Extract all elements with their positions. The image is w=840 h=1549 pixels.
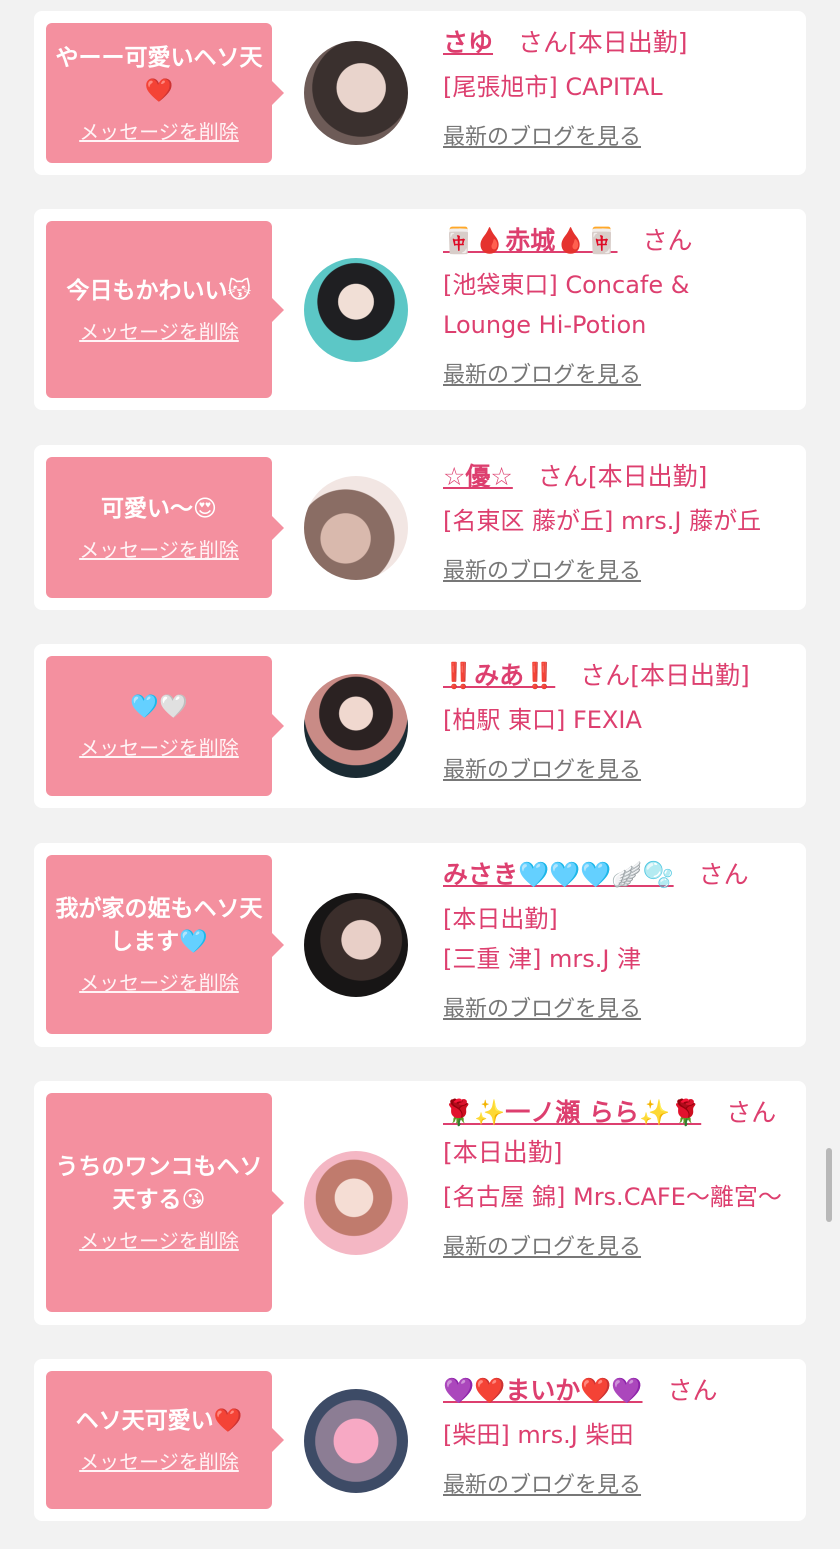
delete-message-link[interactable]: メッセージを削除 — [79, 1225, 239, 1254]
delete-message-link[interactable]: メッセージを削除 — [79, 316, 239, 345]
san-suffix: さん — [667, 1376, 718, 1405]
cast-info: 🀄🩸赤城🩸🀄 さん [池袋東口] Concafe & Lounge Hi-Pot… — [443, 221, 793, 389]
avatar[interactable] — [304, 893, 408, 997]
avatar[interactable] — [304, 1389, 408, 1493]
message-bubble: 今日もかわいい😽 メッセージを削除 — [46, 221, 284, 398]
san-suffix: さん — [698, 860, 749, 889]
latest-blog-link[interactable]: 最新のブログを見る — [443, 357, 641, 389]
cast-info: 💜❤️まいか❤️💜 さん [柴田] mrs.J 柴田 最新のブログを見る — [443, 1371, 793, 1499]
san-suffix: さん — [537, 462, 588, 491]
latest-blog-link[interactable]: 最新のブログを見る — [443, 1229, 641, 1261]
avatar[interactable] — [304, 258, 408, 362]
cast-info: みさき🩵🩵🩵🪽🫧 さん [本日出勤] [三重 津] mrs.J 津 最新のブログ… — [443, 855, 793, 1023]
favorite-card: やーー可愛いヘソ天❤️ メッセージを削除 さゆ さん[本日出勤] [尾張旭市] … — [34, 11, 806, 175]
delete-message-link[interactable]: メッセージを削除 — [79, 967, 239, 996]
cast-name-link[interactable]: 🀄🩸赤城🩸🀄 — [443, 226, 618, 255]
cast-name-link[interactable]: 💜❤️まいか❤️💜 — [443, 1376, 643, 1405]
work-status: [本日出勤] — [443, 1138, 563, 1167]
cast-info: さゆ さん[本日出勤] [尾張旭市] CAPITAL 最新のブログを見る — [443, 23, 793, 151]
delete-message-link[interactable]: メッセージを削除 — [79, 534, 239, 563]
shop-name: [名東区 藤が丘] mrs.J 藤が丘 — [443, 507, 762, 535]
latest-blog-link[interactable]: 最新のブログを見る — [443, 991, 641, 1023]
san-suffix: さん — [726, 1098, 777, 1127]
message-bubble: 可愛い〜😍 メッセージを削除 — [46, 457, 284, 598]
work-status: [本日出勤] — [443, 905, 558, 933]
delete-message-link[interactable]: メッセージを削除 — [79, 732, 239, 761]
favorite-card: うちのワンコもヘソ天する😘 メッセージを削除 🌹✨一ノ瀬 らら✨🌹 さん [本日出… — [34, 1081, 806, 1325]
cast-name-link[interactable]: ☆優☆ — [443, 462, 513, 491]
avatar[interactable] — [304, 41, 408, 145]
message-text: やーー可愛いヘソ天❤️ — [55, 44, 263, 104]
work-status: [本日出勤] — [630, 661, 750, 690]
shop-name-cont: Lounge Hi-Potion — [443, 311, 647, 339]
favorite-card: 可愛い〜😍 メッセージを削除 ☆優☆ さん[本日出勤] [名東区 藤が丘] mr… — [34, 445, 806, 610]
avatar[interactable] — [304, 1151, 408, 1255]
work-status: [本日出勤] — [587, 462, 708, 491]
san-suffix: さん — [642, 226, 693, 255]
shop-name: [池袋東口] Concafe & — [443, 271, 690, 299]
favorite-card: 🩵🤍 メッセージを削除 ‼️みあ‼️ さん[本日出勤] [柏駅 東口] FEXI… — [34, 644, 806, 808]
work-status: [本日出勤] — [568, 28, 688, 57]
shop-name: [三重 津] mrs.J 津 — [443, 945, 642, 973]
cast-info: ‼️みあ‼️ さん[本日出勤] [柏駅 東口] FEXIA 最新のブログを見る — [443, 656, 793, 784]
shop-name: [名古屋 錦] Mrs.CAFE～離宮～ — [443, 1183, 782, 1211]
message-bubble: うちのワンコもヘソ天する😘 メッセージを削除 — [46, 1093, 284, 1312]
san-suffix: さん — [518, 28, 569, 57]
latest-blog-link[interactable]: 最新のブログを見る — [443, 752, 641, 784]
san-suffix: さん — [580, 661, 631, 690]
message-bubble: 我が家の姫もヘソ天します🩵 メッセージを削除 — [46, 855, 284, 1034]
shop-name: [柴田] mrs.J 柴田 — [443, 1421, 634, 1449]
message-text: 可愛い〜😍 — [101, 495, 217, 522]
message-bubble: やーー可愛いヘソ天❤️ メッセージを削除 — [46, 23, 284, 163]
message-text: ヘソ天可愛い❤️ — [75, 1408, 243, 1434]
delete-message-link[interactable]: メッセージを削除 — [79, 1446, 239, 1475]
cast-name-link[interactable]: さゆ — [443, 28, 493, 57]
delete-message-link[interactable]: メッセージを削除 — [79, 116, 239, 145]
avatar[interactable] — [304, 476, 408, 580]
scrollbar[interactable] — [826, 1148, 832, 1222]
message-text: 我が家の姫もヘソ天します🩵 — [55, 896, 263, 955]
message-text: うちのワンコもヘソ天する😘 — [55, 1154, 263, 1213]
cast-info: ☆優☆ さん[本日出勤] [名東区 藤が丘] mrs.J 藤が丘 最新のブログを… — [443, 457, 793, 585]
shop-name: [尾張旭市] CAPITAL — [443, 73, 663, 101]
message-text: 今日もかわいい😽 — [66, 277, 252, 304]
latest-blog-link[interactable]: 最新のブログを見る — [443, 1467, 641, 1499]
cast-info: 🌹✨一ノ瀬 らら✨🌹 さん [本日出勤] [名古屋 錦] Mrs.CAFE～離宮～… — [443, 1093, 793, 1261]
message-bubble: 🩵🤍 メッセージを削除 — [46, 656, 284, 796]
latest-blog-link[interactable]: 最新のブログを見る — [443, 553, 641, 585]
latest-blog-link[interactable]: 最新のブログを見る — [443, 119, 641, 151]
avatar[interactable] — [304, 674, 408, 778]
cast-name-link[interactable]: ‼️みあ‼️ — [443, 661, 555, 690]
shop-name: [柏駅 東口] FEXIA — [443, 706, 642, 734]
cast-name-link[interactable]: 🌹✨一ノ瀬 らら✨🌹 — [443, 1098, 701, 1127]
message-text: 🩵🤍 — [130, 694, 188, 720]
cast-name-link[interactable]: みさき🩵🩵🩵🪽🫧 — [443, 860, 674, 889]
favorite-card: 今日もかわいい😽 メッセージを削除 🀄🩸赤城🩸🀄 さん [池袋東口] Conca… — [34, 209, 806, 410]
favorite-card: 我が家の姫もヘソ天します🩵 メッセージを削除 みさき🩵🩵🩵🪽🫧 さん [本日出勤… — [34, 843, 806, 1047]
message-bubble: ヘソ天可愛い❤️ メッセージを削除 — [46, 1371, 284, 1509]
favorite-card: ヘソ天可愛い❤️ メッセージを削除 💜❤️まいか❤️💜 さん [柴田] mrs.… — [34, 1359, 806, 1521]
